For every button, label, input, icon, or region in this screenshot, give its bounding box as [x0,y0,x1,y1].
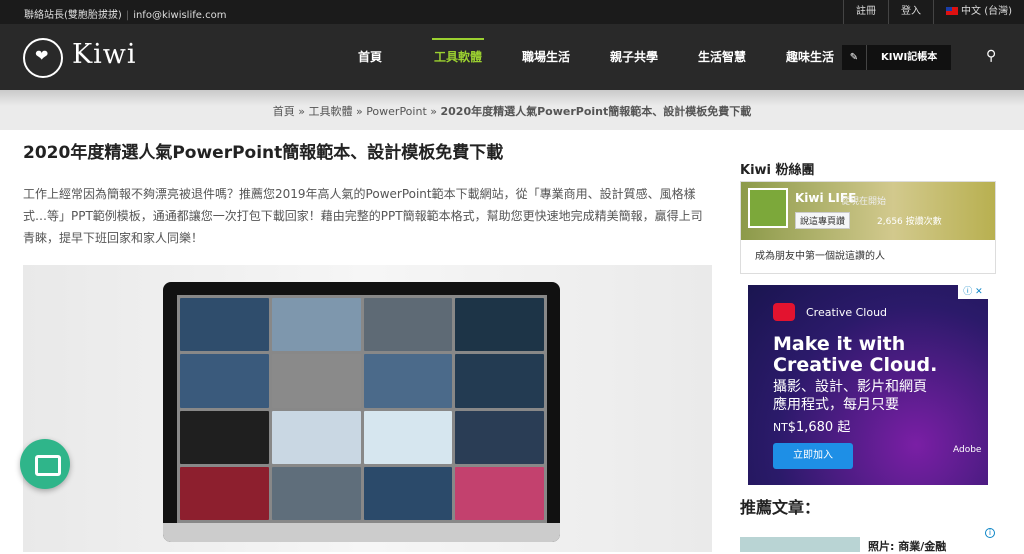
breadcrumb-home[interactable]: 首頁 [273,105,295,118]
breadcrumb-sep: » [430,105,437,118]
slide-thumb [180,410,269,464]
ad-headline: Make it with Creative Cloud. [773,334,937,376]
nav-life-tips[interactable]: 生活智慧 [678,24,766,90]
top-bar-contact: 聯絡站長(雙胞胎拔拔) | info@kiwislife.com [24,6,226,21]
language-selector[interactable]: 中文 (台灣) [933,0,1024,24]
nav-fun[interactable]: 趣味生活 [766,24,854,90]
ad-brand: Creative Cloud [806,306,888,319]
slide-thumb [455,466,544,520]
recommend-heading: 推薦文章： [740,498,821,517]
breadcrumb-sub[interactable]: PowerPoint [366,105,427,118]
ad-price-prefix: NT [773,421,788,434]
email-link[interactable]: info@kiwislife.com [133,10,226,21]
ad-price: NT$1,680 起 [773,416,850,435]
slide-thumb [180,298,269,352]
ad-join-button[interactable]: 立即加入 [773,443,853,469]
article-intro: 工作上經常因為簡報不夠漂亮被退件嗎？推薦您2019年高人氣的PowerPoint… [23,187,703,245]
ad-price-value: $1,680 起 [787,420,851,435]
slide-thumb [455,298,544,352]
nav-home[interactable]: 首頁 [326,24,414,90]
facebook-widget: Kiwi LIFE 從現在開始 說這專頁讚 2,656 按讚次數 成為朋友中第一… [740,181,996,274]
nav-tools[interactable]: 工具軟體 [414,24,502,90]
fb-avatar[interactable] [748,188,788,228]
slide-thumb [271,354,361,408]
slide-thumb [180,466,269,520]
edit-icon: ✎ [842,45,867,70]
main-nav: 首頁 工具軟體 職場生活 親子共學 生活智慧 趣味生活 [326,24,854,90]
slide-thumb [455,354,544,408]
chat-icon[interactable] [20,439,70,489]
recommend-thumbnail[interactable] [740,537,860,552]
nav-career[interactable]: 職場生活 [502,24,590,90]
slide-thumb [271,466,361,520]
fb-like-button[interactable]: 說這專頁讚 [795,212,851,229]
breadcrumb-sep: » [298,105,305,118]
slide-thumb [363,298,453,352]
notebook-button[interactable]: ✎ KIWI記帳本 [842,45,952,70]
slide-thumb [363,354,453,408]
slide-thumb [180,354,269,408]
creative-cloud-icon [773,303,795,321]
slide-thumb [271,298,361,352]
register-link[interactable]: 註冊 [843,0,888,24]
kiwi-logo-icon[interactable] [23,38,63,78]
ad-headline-2: Creative Cloud. [773,354,938,376]
breadcrumb-current: 2020年度精選人氣PowerPoint簡報範本、設計模板免費下載 [440,105,752,118]
ad-headline-1: Make it with [773,333,906,355]
monitor-illustration [163,282,560,542]
monitor-chin [163,523,560,542]
slide-thumb [363,410,453,464]
breadcrumb-category[interactable]: 工具軟體 [308,105,352,118]
top-bar: 聯絡站長(雙胞胎拔拔) | info@kiwislife.com 註冊 登入 中文 … [0,0,1024,24]
notebook-label: KIWI記帳本 [881,52,938,63]
fans-heading: Kiwi 粉絲團 [740,163,815,178]
ad-text-1: 攝影、設計、影片和網頁 [773,379,927,395]
breadcrumb-sep: » [355,105,363,118]
nav-family[interactable]: 親子共學 [590,24,678,90]
fb-subtitle: 從現在開始 [841,197,887,207]
template-collage [177,295,547,523]
fb-footer: 成為朋友中第一個說這讚的人 [747,244,988,270]
ad-info-icon[interactable]: i [985,528,995,538]
ad-close-icon[interactable]: ⓘ ✕ [958,285,988,299]
slide-thumb [271,410,361,464]
language-label: 中文 (台灣) [961,6,1012,17]
creative-cloud-ad[interactable]: ⓘ ✕ Creative Cloud Make it with Creative … [748,285,988,485]
site-logo-text[interactable]: Kiwi [72,39,137,70]
slide-thumb [455,410,544,464]
ad-text: 攝影、設計、影片和網頁 應用程式，每月只要 [773,378,927,414]
slide-thumb [363,466,453,520]
login-link[interactable]: 登入 [888,0,933,24]
separator: | [125,10,130,21]
fb-like-count: 2,656 按讚次數 [877,217,942,227]
breadcrumb: 首頁 » 工具軟體 » PowerPoint » 2020年度精選人氣Power… [0,103,1024,119]
top-bar-account: 註冊 登入 中文 (台灣) [843,0,1024,24]
taiwan-flag-icon [946,7,959,15]
article-title: 2020年度精選人氣PowerPoint簡報範本、設計模板免費下載 [23,143,504,163]
article-hero-image [23,265,712,552]
main-header: Kiwi 首頁 工具軟體 職場生活 親子共學 生活智慧 趣味生活 ✎ KIWI記… [0,24,1024,90]
contact-link[interactable]: 聯絡站長(雙胞胎拔拔) [24,10,122,21]
ad-text-2: 應用程式，每月只要 [773,397,899,413]
search-icon[interactable]: ⚲ [986,48,996,64]
adobe-logo-icon: Adobe [953,445,982,455]
